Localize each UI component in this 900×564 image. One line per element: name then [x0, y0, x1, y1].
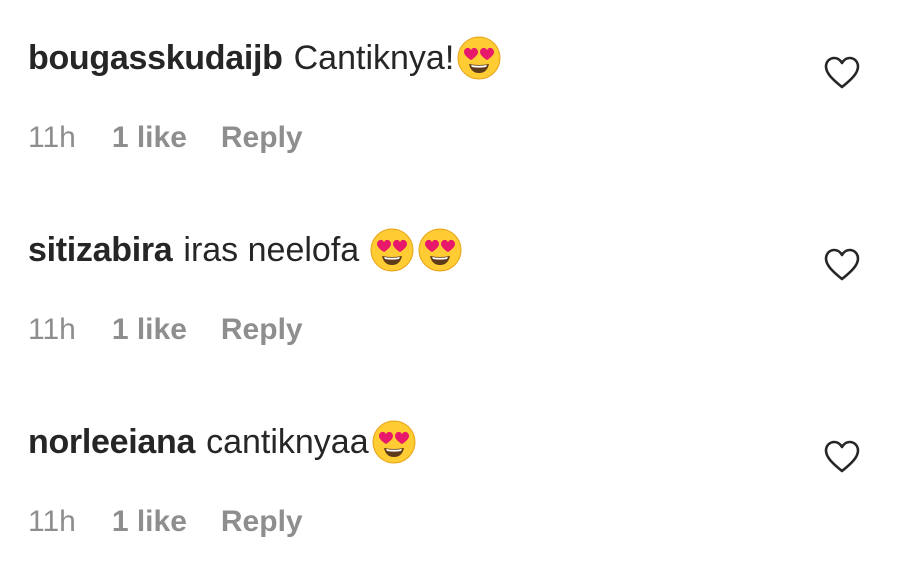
comment-username[interactable]: norleeiana [28, 423, 195, 462]
heart-outline-icon[interactable] [824, 248, 860, 282]
comment-body: cantiknyaa [206, 419, 417, 465]
comment-username[interactable]: bougasskudaijb [28, 39, 283, 78]
comment-item: bougasskudaijb Cantiknya! 11h 1 like Rep… [28, 30, 900, 180]
comment-like-count[interactable]: 1 like [112, 313, 187, 347]
comment-timestamp: 11h [28, 313, 76, 346]
comment-text: Cantiknya! [293, 38, 455, 77]
reply-button[interactable]: Reply [221, 505, 303, 539]
comment-body: Cantiknya! [294, 35, 503, 81]
comment-like-count[interactable]: 1 like [112, 505, 187, 539]
heart-eyes-emoji-icon [371, 419, 417, 465]
comment-item: norleeiana cantiknyaa 11h 1 like Reply [28, 414, 900, 564]
heart-outline-icon[interactable] [824, 440, 860, 474]
comment-meta: 11h 1 like Reply [28, 502, 303, 542]
comment-text-line: norleeiana cantiknyaa [28, 414, 417, 470]
reply-button[interactable]: Reply [221, 121, 303, 155]
heart-outline-icon[interactable] [824, 56, 860, 90]
heart-eyes-emoji-icon [369, 227, 415, 273]
comment-text: iras neelofa [183, 230, 360, 269]
comment-timestamp: 11h [28, 121, 76, 154]
comment-text-line: bougasskudaijb Cantiknya! [28, 30, 502, 86]
comment-text: cantiknyaa [206, 422, 369, 461]
comment-item: sitizabira iras neelofa 11h 1 like Reply [28, 222, 900, 372]
reply-button[interactable]: Reply [221, 313, 303, 347]
comment-username[interactable]: sitizabira [28, 231, 173, 270]
heart-eyes-emoji-icon [456, 35, 502, 81]
heart-eyes-emoji-icon [417, 227, 463, 273]
comment-meta: 11h 1 like Reply [28, 310, 303, 350]
comment-meta: 11h 1 like Reply [28, 118, 303, 158]
comment-text-line: sitizabira iras neelofa [28, 222, 463, 278]
comment-timestamp: 11h [28, 505, 76, 538]
comment-like-count[interactable]: 1 like [112, 121, 187, 155]
comment-body: iras neelofa [183, 227, 463, 273]
